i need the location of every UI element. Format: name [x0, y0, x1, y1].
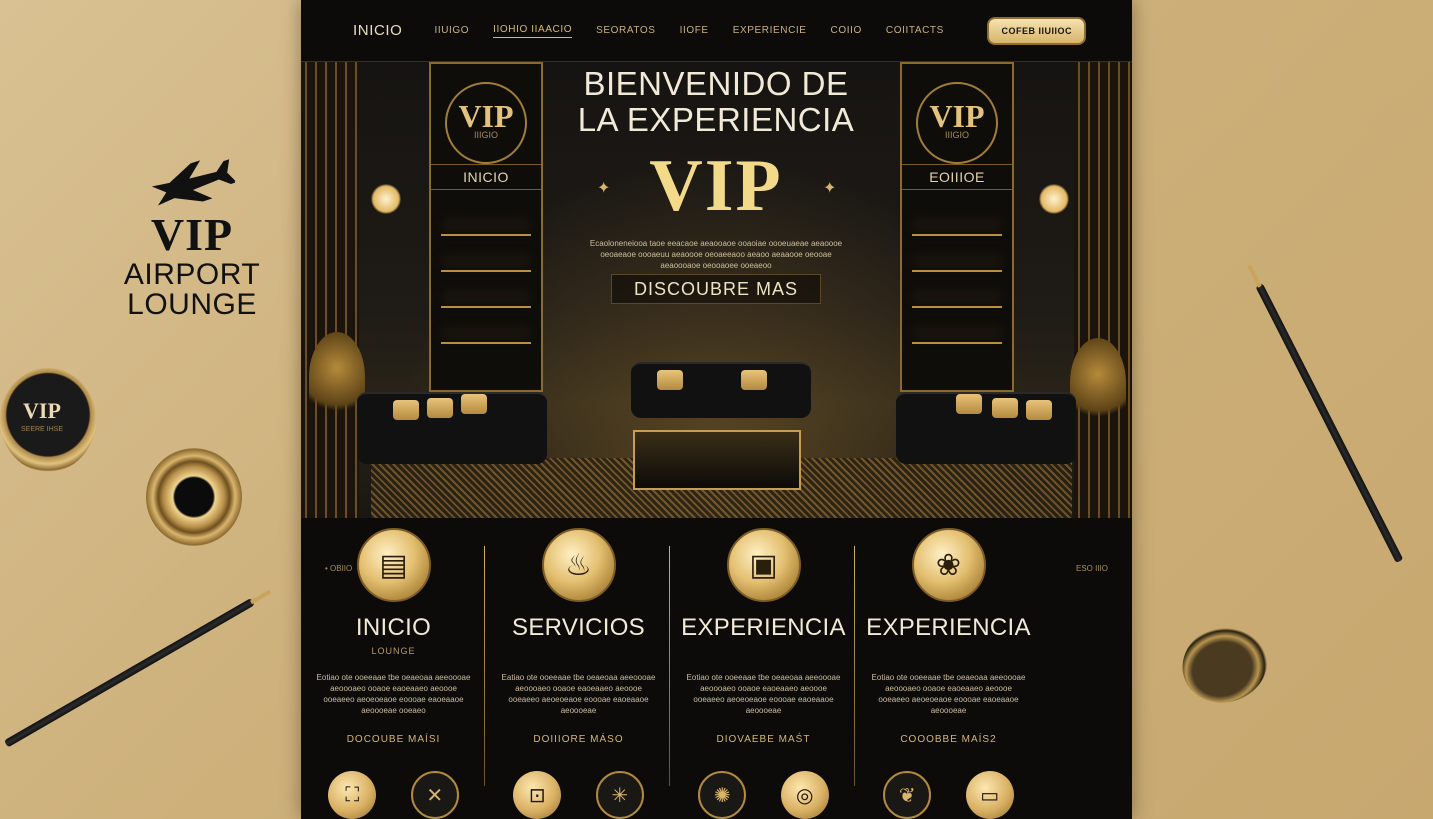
service-icons: ⊡ ✳ — [486, 771, 671, 819]
shelf — [441, 306, 531, 308]
service-text: Eotiao ote ooeeaae tbe oeaeoaa aeeoooae … — [316, 673, 471, 715]
tower-right-label: EOIIIOE — [902, 164, 1012, 190]
coffee-table — [633, 430, 801, 490]
service-card: ❀ EXPERIENCIA Eotiao ote ooeeaae tbe oea… — [854, 518, 1041, 819]
service-icons: ⛶ ✕ — [301, 771, 486, 819]
pillar-right — [1074, 62, 1132, 518]
pen-decoration-left — [4, 598, 255, 748]
service-icons: ✺ ◎ — [671, 771, 856, 819]
hero-title-line2: LA EXPERIENCIA — [577, 101, 855, 138]
website-mockup: INICIO IIUIGO IIOHIO IIAACIO SEORATOS II… — [301, 0, 1132, 819]
ornament-icon: ❀ — [911, 528, 986, 602]
shelf — [441, 342, 531, 344]
service-title: EXPERIENCIA — [681, 614, 846, 641]
service-title: INICIO — [355, 614, 432, 641]
service-text: Eotiao ote ooeeaae tbe oeaeoaa aeeoooae … — [686, 673, 841, 715]
service-text: Eotiao ote ooeeaae tbe oeaeoaa aeeoooae … — [871, 673, 1026, 715]
service-card: ▤ INICIO LOUNGE Eotiao ote ooeeaae tbe o… — [301, 518, 486, 819]
badge-icon[interactable]: ❦ — [883, 771, 932, 819]
service-card: ▣ EXPERIENCIA Eotiao ote ooeeaae tbe oea… — [669, 518, 856, 819]
menu-card-icon: ▤ — [356, 528, 431, 602]
tower-left-label: INICIO — [431, 164, 541, 190]
sofa-left — [357, 392, 547, 464]
cushion — [427, 398, 453, 418]
compass-icon[interactable]: ✳ — [595, 771, 644, 819]
pen-decoration-right — [1255, 283, 1404, 564]
nav-item-5[interactable]: IIOFE — [680, 25, 709, 36]
cushion — [1026, 400, 1052, 420]
sofa-right — [896, 392, 1076, 464]
nav-item-4[interactable]: SEORATOS — [596, 25, 655, 36]
cross-icon[interactable]: ✕ — [410, 771, 459, 819]
ring-icon[interactable]: ◎ — [780, 771, 829, 819]
coaster-vip: VIP — [23, 398, 61, 423]
hero-section: VIP IIIGIO INICIO VIP IIIGIO EOIIIOE BIE… — [301, 62, 1132, 518]
plant-decoration — [1070, 338, 1126, 428]
service-more-link[interactable]: DOCOUBE MAÍSI — [301, 734, 486, 745]
glass-decoration — [1171, 613, 1279, 715]
brand-logo: VIP AIRPORT LOUNGE — [112, 150, 272, 320]
sparkle-icon: ✦ — [823, 180, 837, 197]
dining-icon: ♨ — [541, 528, 616, 602]
service-subtitle: LOUNGE — [371, 646, 416, 656]
cushion — [461, 394, 487, 414]
cushion — [741, 370, 767, 390]
bag-icon[interactable]: ⊡ — [513, 771, 562, 819]
service-text: Eatiao ote ooeeaae tbe oeaeoaa aeeoooae … — [501, 673, 656, 715]
hero-title-line1: BIENVENIDO DE — [583, 65, 849, 102]
service-subtitle — [486, 646, 671, 658]
vip-coaster: VIP SEERE IHSE — [0, 368, 96, 472]
top-nav: INICIO IIUIGO IIOHIO IIAACIO SEORATOS II… — [301, 0, 1132, 62]
service-icons: ❦ ▭ — [856, 771, 1041, 819]
side-note-right: ESO IIIO — [1075, 564, 1108, 573]
nav-item-6[interactable]: EXPERIENCIE — [733, 25, 807, 36]
nav-cta-button[interactable]: COFEB IIUIIOC — [987, 16, 1086, 45]
sofa-center — [631, 362, 811, 418]
service-card: ♨ SERVICIOS Eatiao ote ooeeaae tbe oeaeo… — [484, 518, 671, 819]
service-more-link[interactable]: DOIIIORE MÁSO — [486, 734, 671, 745]
service-more-link[interactable]: DIOVAEBE MAŚT — [671, 734, 856, 745]
cushion — [657, 370, 683, 390]
airplane-icon — [151, 159, 235, 206]
pendant-lamp — [371, 184, 401, 214]
cushion — [393, 400, 419, 420]
card-icon[interactable]: ▭ — [965, 771, 1014, 819]
shelf — [912, 342, 1002, 344]
hero-description: Ecaoloneneiooa taoe eeacaoe aeaooaoe ooa… — [589, 239, 843, 270]
frame-icon: ▣ — [726, 528, 801, 602]
cushion — [956, 394, 982, 414]
shelf — [441, 270, 531, 272]
brand-vip: VIP — [150, 209, 234, 260]
pendant-lamp — [1039, 184, 1069, 214]
pillar-left — [301, 62, 359, 518]
hero-title: BIENVENIDO DE LA EXPERIENCIA — [511, 66, 921, 138]
nav-item-7[interactable]: COIIO — [831, 25, 862, 36]
hero-vip: VIP — [649, 145, 783, 227]
gold-ring-decoration — [146, 448, 242, 546]
services-section: • OBIIO ESO IIIO ▤ INICIO LOUNGE Eotiao … — [301, 518, 1132, 819]
shelf — [912, 270, 1002, 272]
shelf — [912, 306, 1002, 308]
shelf — [441, 234, 531, 236]
coaster-sub: SEERE IHSE — [20, 426, 63, 433]
globe-icon[interactable]: ✺ — [698, 771, 747, 819]
nav-item-8[interactable]: COIITACTS — [886, 25, 944, 36]
service-subtitle — [671, 646, 856, 658]
cushion — [992, 398, 1018, 418]
shelf — [912, 234, 1002, 236]
service-subtitle — [856, 646, 1041, 658]
nav-item-2[interactable]: IIUIGO — [434, 25, 469, 36]
service-title: EXPERIENCIA — [866, 614, 1031, 641]
service-title: SERVICIOS — [512, 614, 645, 641]
nav-item-3[interactable]: IIOHIO IIAACIO — [493, 24, 573, 38]
brand-line-airport: AIRPORT — [123, 258, 261, 291]
brand-line-lounge: LOUNGE — [127, 288, 257, 321]
service-more-link[interactable]: COOOBBE MAÍS2 — [856, 734, 1041, 745]
ticket-icon[interactable]: ⛶ — [328, 771, 377, 819]
nav-item-inicio[interactable]: INICIO — [353, 22, 402, 39]
tower-right-vip: VIP — [916, 82, 998, 164]
discover-more-button[interactable]: DISCOUBRE MAS — [611, 274, 821, 304]
